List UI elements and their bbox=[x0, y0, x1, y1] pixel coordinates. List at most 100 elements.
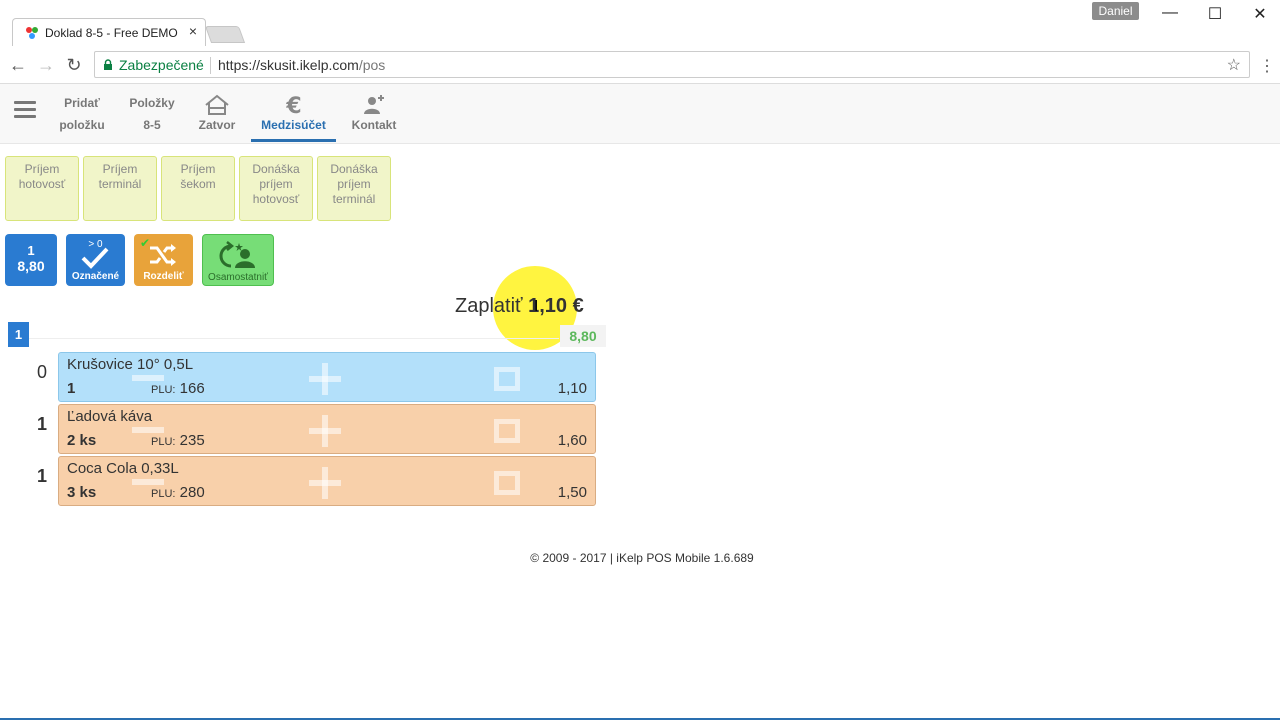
list-item[interactable]: Krušovice 10° 0,5L 1 PLU: 166 1,10 bbox=[58, 352, 596, 402]
maximize-icon[interactable]: ☐ bbox=[1205, 4, 1225, 24]
item-plu: PLU: 166 bbox=[151, 380, 205, 397]
add-user-icon bbox=[364, 95, 384, 114]
payment-button-line: Príjem bbox=[102, 162, 138, 176]
pay-currency: € bbox=[572, 295, 584, 317]
group-subtotal: 8,80 bbox=[560, 325, 606, 347]
address-bar[interactable]: Zabezpečené https://skusit.ikelp.com/pos… bbox=[94, 51, 1250, 78]
nav-subtotal[interactable]: € Medzisúčet bbox=[251, 84, 336, 142]
nav-contact-label: Kontakt bbox=[351, 118, 397, 132]
plu-value: 280 bbox=[179, 484, 205, 501]
item-name: Coca Cola 0,33L bbox=[67, 460, 179, 477]
item-qty: 1 bbox=[67, 380, 76, 397]
secure-label: Zabezpečené bbox=[119, 57, 204, 73]
back-icon[interactable]: ← bbox=[8, 55, 28, 76]
lock-icon bbox=[104, 59, 112, 70]
plu-value: 166 bbox=[179, 380, 205, 397]
pay-total[interactable]: Zaplatiť 1,10 € bbox=[455, 295, 584, 318]
item-price: 1,10 bbox=[557, 380, 587, 397]
url-host: https://skusit.ikelp.com bbox=[218, 57, 359, 73]
browser-menu-icon[interactable]: ⋮ bbox=[1259, 56, 1275, 76]
separate-button[interactable]: Osamostatniť bbox=[202, 234, 274, 286]
payment-button-line: príjem bbox=[337, 177, 371, 191]
plu-label: PLU: bbox=[151, 384, 176, 396]
increase-icon[interactable] bbox=[322, 415, 328, 447]
item-price: 1,60 bbox=[557, 432, 587, 449]
item-plu: PLU: 280 bbox=[151, 484, 205, 501]
group-total-button[interactable]: 1 8,80 bbox=[5, 234, 57, 286]
group-divider bbox=[29, 338, 559, 339]
nav-add-item[interactable]: Pridať položku bbox=[52, 84, 112, 142]
nav-contact[interactable]: Kontakt bbox=[346, 84, 402, 142]
row-number: 1 bbox=[36, 466, 47, 486]
close-window-icon[interactable]: ✕ bbox=[1250, 4, 1270, 24]
checkmark-icon bbox=[81, 247, 109, 269]
group-total: 8,80 bbox=[17, 258, 45, 274]
payment-button-line: terminál bbox=[98, 177, 142, 191]
split-button[interactable]: ✔ Rozdeliť bbox=[134, 234, 193, 286]
nav-items[interactable]: Položky 8-5 bbox=[122, 84, 182, 142]
list-item[interactable]: Coca Cola 0,33L 3 ks PLU: 280 1,50 bbox=[58, 456, 596, 506]
item-name: Krušovice 10° 0,5L bbox=[67, 356, 194, 373]
url-text[interactable]: https://skusit.ikelp.com/pos bbox=[218, 57, 385, 73]
item-price: 1,50 bbox=[557, 484, 587, 501]
payment-button-line: šekom bbox=[180, 177, 216, 191]
delivery-terminal-button[interactable]: Donáška príjem terminál bbox=[317, 156, 391, 221]
row-number: 1 bbox=[36, 414, 47, 434]
home-icon bbox=[205, 94, 229, 115]
marked-button[interactable]: > 0 Označené bbox=[66, 234, 125, 286]
select-checkbox-icon[interactable] bbox=[494, 367, 520, 391]
payment-check-button[interactable]: Príjem šekom bbox=[161, 156, 235, 221]
browser-titlebar: Doklad 8-5 - Free DEMO × Daniel — ☐ ✕ bbox=[0, 0, 1280, 46]
reload-icon[interactable]: ↻ bbox=[64, 55, 84, 76]
plu-label: PLU: bbox=[151, 436, 176, 448]
pay-label: Zaplatiť bbox=[455, 295, 523, 317]
text-cursor-icon: I bbox=[534, 298, 539, 315]
payment-button-line: hotovosť bbox=[18, 177, 66, 191]
nav-close[interactable]: Zatvor bbox=[192, 84, 242, 142]
group-count: 1 bbox=[27, 243, 35, 258]
increase-icon[interactable] bbox=[322, 363, 328, 395]
shuffle-icon bbox=[150, 244, 176, 266]
marked-label: Označené bbox=[71, 271, 120, 282]
group-number-badge[interactable]: 1 bbox=[8, 322, 29, 347]
decrease-icon[interactable] bbox=[132, 427, 164, 433]
increase-icon[interactable] bbox=[322, 467, 328, 499]
decrease-icon[interactable] bbox=[132, 479, 164, 485]
payment-button-line: terminál bbox=[332, 192, 376, 206]
forward-icon[interactable]: → bbox=[36, 55, 56, 76]
nav-items-line1: Položky bbox=[129, 96, 175, 110]
payment-terminal-button[interactable]: Príjem terminál bbox=[83, 156, 157, 221]
browser-tab[interactable]: Doklad 8-5 - Free DEMO × bbox=[12, 18, 206, 46]
payment-cash-button[interactable]: Príjem hotovosť bbox=[5, 156, 79, 221]
split-label: Rozdeliť bbox=[143, 271, 184, 282]
profile-button[interactable]: Daniel bbox=[1092, 2, 1139, 20]
payment-button-line: Donáška bbox=[330, 162, 378, 176]
euro-icon: € bbox=[285, 94, 301, 116]
bookmark-star-icon[interactable]: ☆ bbox=[1227, 55, 1241, 75]
tab-close-icon[interactable]: × bbox=[189, 23, 197, 39]
delivery-cash-button[interactable]: Donáška príjem hotovosť bbox=[239, 156, 313, 221]
select-checkbox-icon[interactable] bbox=[494, 471, 520, 495]
nav-add-item-line1: Pridať bbox=[64, 96, 100, 110]
decrease-icon[interactable] bbox=[132, 375, 164, 381]
payment-button-line: Príjem bbox=[24, 162, 60, 176]
payment-button-line: Príjem bbox=[180, 162, 216, 176]
list-item[interactable]: Ľadová káva 2 ks PLU: 235 1,60 bbox=[58, 404, 596, 454]
url-path: /pos bbox=[358, 57, 386, 73]
select-checkbox-icon[interactable] bbox=[494, 419, 520, 443]
separate-label: Osamostatniť bbox=[208, 272, 268, 283]
tab-title: Doklad 8-5 - Free DEMO bbox=[45, 26, 178, 40]
nav-add-item-line2: položku bbox=[59, 118, 105, 132]
nav-items-line2: 8-5 bbox=[143, 118, 161, 132]
separate-user-icon bbox=[219, 241, 255, 268]
plu-value: 235 bbox=[179, 432, 205, 449]
new-tab-button[interactable] bbox=[204, 26, 246, 43]
nav-close-label: Zatvor bbox=[198, 118, 236, 132]
item-name: Ľadová káva bbox=[67, 408, 153, 425]
payment-button-line: hotovosť bbox=[252, 192, 300, 206]
hamburger-menu-icon[interactable] bbox=[14, 101, 36, 122]
plu-label: PLU: bbox=[151, 488, 176, 500]
payment-button-line: Donáška bbox=[252, 162, 300, 176]
minimize-icon[interactable]: — bbox=[1160, 4, 1180, 22]
footer-copyright: © 2009 - 2017 | iKelp POS Mobile 1.6.689 bbox=[530, 551, 754, 565]
